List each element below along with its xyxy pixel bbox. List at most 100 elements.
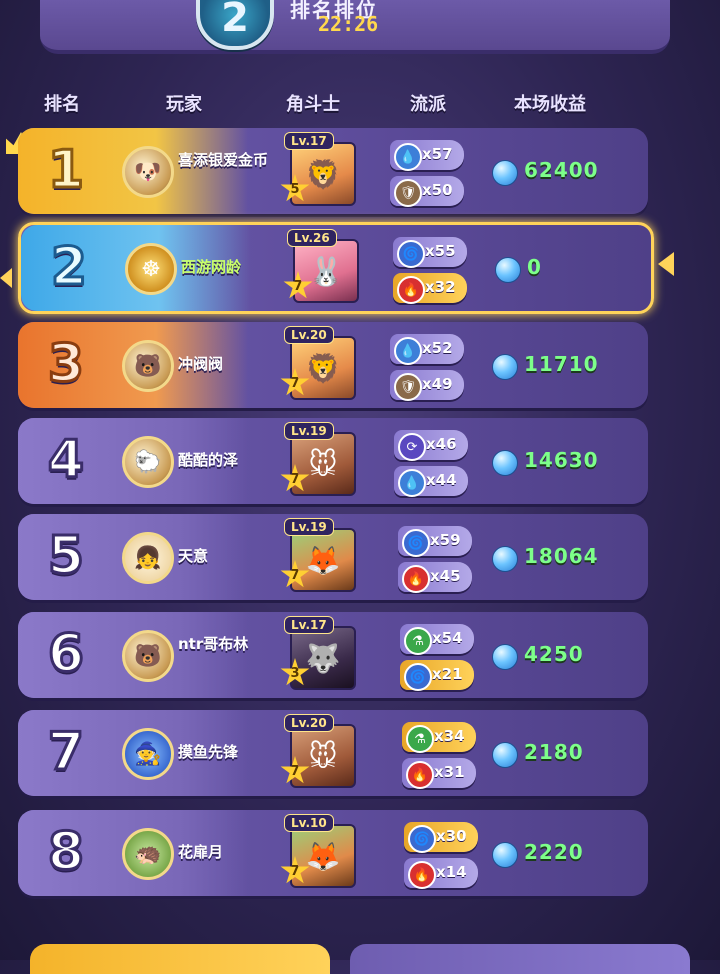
school-badge-a[interactable]: ⚗ x34 [402, 722, 476, 753]
school-badge-a[interactable]: 💧 x52 [390, 334, 464, 365]
school-badge-a[interactable]: 💧 x57 [390, 140, 464, 171]
bottom-button-left[interactable] [30, 944, 330, 974]
earnings: 2180 [492, 740, 642, 770]
avatar[interactable]: 👧 [122, 532, 174, 584]
fighter-card[interactable]: 🦊 Lv.10 7 [280, 814, 356, 888]
wind-icon: 🌀 [402, 529, 430, 557]
school-badge-b[interactable]: 🛡 x49 [390, 370, 464, 401]
school-badge-b[interactable]: 🌀 x21 [400, 660, 474, 691]
earnings-amount: 4250 [524, 642, 584, 666]
player-name: 冲阀阀 [178, 355, 224, 373]
fighter-card[interactable]: 🦊 Lv.19 7 [280, 518, 356, 592]
shield-icon: 🛡 [394, 373, 422, 401]
school-badge-a[interactable]: 🌀 x55 [393, 237, 467, 268]
leaderboard-row-3[interactable]: 3 🐻 冲阀阀 🦁 Lv.20 7 💧 x52 🛡 x49 11710 [18, 322, 648, 408]
fighter-card[interactable]: 🐰 Lv.26 7 [283, 229, 359, 303]
leaderboard-row-5[interactable]: 5 👧 天意 🦊 Lv.19 7 🌀 x59 🔥 x45 18064 [18, 514, 648, 600]
school-badge-b[interactable]: 🔥 x45 [398, 562, 472, 593]
leaderboard-row-7[interactable]: 7 🧙 摸鱼先锋 🐭 Lv.20 7 ⚗ x34 🔥 x31 2180 [18, 710, 648, 796]
swirl-icon: ⟳ [398, 433, 426, 461]
avatar[interactable]: 🐻 [122, 630, 174, 682]
avatar[interactable]: 🧙 [122, 728, 174, 780]
flame-icon: 🔥 [402, 565, 430, 593]
earnings-amount: 14630 [524, 448, 599, 472]
avatar[interactable]: 🐶 [122, 146, 174, 198]
player-name: 花扉月 [178, 843, 224, 861]
earnings: 0 [495, 255, 645, 285]
wind-icon: 🌀 [404, 663, 432, 691]
header-player: 玩家 [166, 94, 202, 115]
rank-number: 1 [46, 139, 85, 202]
fighter-level: Lv.20 [284, 714, 334, 732]
fighter-level: Lv.17 [284, 132, 334, 150]
right-arrow-icon [658, 252, 674, 276]
wind-icon: 🌀 [397, 240, 425, 268]
avatar[interactable]: 🐻 [122, 340, 174, 392]
school-count: x59 [430, 531, 461, 549]
gem-icon [492, 160, 518, 186]
fighter-card[interactable]: 🐺 Lv.17 3 [280, 616, 356, 690]
school-count: x54 [432, 629, 463, 647]
school-badge-a[interactable]: ⚗ x54 [400, 624, 474, 655]
school-badge-a[interactable]: 🌀 x59 [398, 526, 472, 557]
match-timer: 22:26 [318, 12, 379, 36]
rank-number: 2 [49, 236, 88, 299]
earnings-amount: 62400 [524, 158, 599, 182]
school-count: x34 [434, 727, 465, 745]
school-badge-b[interactable]: 🔥 x14 [404, 858, 478, 889]
school-count: x30 [436, 827, 467, 845]
avatar[interactable]: ☸ [125, 243, 177, 295]
school-count: x57 [422, 145, 453, 163]
rank-number: 7 [46, 721, 85, 784]
bottom-button-right[interactable] [350, 944, 690, 974]
school-count: x55 [425, 242, 456, 260]
water-drop-icon: 💧 [398, 469, 426, 497]
school-count: x45 [430, 567, 461, 585]
leaderboard-row-1[interactable]: 1 🐶 喜添银爱金币 🦁 Lv.17 5 💧 x57 🛡 x50 62400 [18, 128, 648, 214]
fighter-level: Lv.17 [284, 616, 334, 634]
flame-icon: 🔥 [408, 861, 436, 889]
school-badge-b[interactable]: 💧 x44 [394, 466, 468, 497]
header-school: 流派 [410, 94, 446, 115]
gem-icon [492, 450, 518, 476]
fighter-level: Lv.19 [284, 422, 334, 440]
flame-icon: 🔥 [406, 761, 434, 789]
player-name: ntr哥布林 [178, 635, 249, 653]
fighter-level: Lv.19 [284, 518, 334, 536]
player-name: 天意 [178, 547, 209, 565]
school-badge-a[interactable]: ⟳ x46 [394, 430, 468, 461]
gem-icon [492, 842, 518, 868]
school-badge-b[interactable]: 🔥 x32 [393, 273, 467, 304]
earnings: 2220 [492, 840, 642, 870]
school-badge-a[interactable]: 🌀 x30 [404, 822, 478, 853]
gem-icon [492, 644, 518, 670]
earnings-amount: 11710 [524, 352, 599, 376]
avatar[interactable]: 🦔 [122, 828, 174, 880]
avatar[interactable]: 🐑 [122, 436, 174, 488]
gem-icon [492, 546, 518, 572]
school-count: x46 [426, 435, 457, 453]
earnings-amount: 18064 [524, 544, 599, 568]
earnings: 62400 [492, 158, 642, 188]
leaderboard-row-4[interactable]: 4 🐑 酷酷的泽 🐭 Lv.19 7 ⟳ x46 💧 x44 14630 [18, 418, 648, 504]
rank-number: 5 [46, 525, 85, 588]
school-count: x21 [432, 665, 463, 683]
earnings: 11710 [492, 352, 642, 382]
leaderboard-row-6[interactable]: 6 🐻 ntr哥布林 🐺 Lv.17 3 ⚗ x54 🌀 x21 4250 [18, 612, 648, 698]
earnings-amount: 0 [527, 255, 542, 279]
leaderboard-row-8[interactable]: 8 🦔 花扉月 🦊 Lv.10 7 🌀 x30 🔥 x14 2220 [18, 810, 648, 896]
gem-icon [492, 742, 518, 768]
school-badge-b[interactable]: 🛡 x50 [390, 176, 464, 207]
player-name: 西游网龄 [181, 258, 242, 276]
earnings-amount: 2180 [524, 740, 584, 764]
earnings: 14630 [492, 448, 642, 478]
school-badge-b[interactable]: 🔥 x31 [402, 758, 476, 789]
fighter-card[interactable]: 🐭 Lv.19 7 [280, 422, 356, 496]
earnings: 18064 [492, 544, 642, 574]
fighter-card[interactable]: 🦁 Lv.17 5 [280, 132, 356, 206]
leaderboard-row-2[interactable]: 2 ☸ 西游网龄 🐰 Lv.26 7 🌀 x55 🔥 x32 0 [18, 222, 654, 314]
fighter-card[interactable]: 🐭 Lv.20 7 [280, 714, 356, 788]
fighter-card[interactable]: 🦁 Lv.20 7 [280, 326, 356, 400]
player-name: 喜添银爱金币 [178, 151, 269, 169]
header-rank: 排名 [44, 94, 80, 115]
